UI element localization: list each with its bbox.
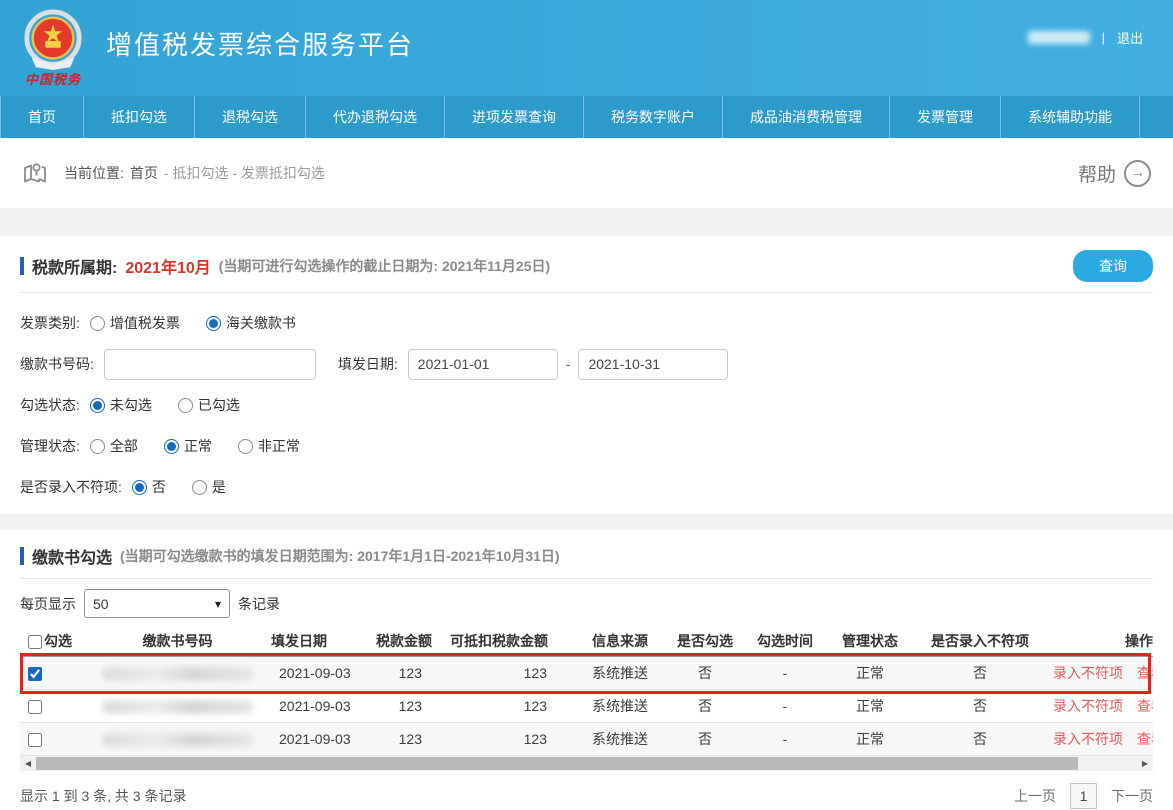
- enter-mismatch-link[interactable]: 录入不符项: [1053, 698, 1123, 714]
- radio-mismatch-yes[interactable]: [192, 480, 207, 495]
- divider-band: [0, 514, 1173, 530]
- page-number-button[interactable]: 1: [1070, 783, 1097, 809]
- payment-no-input[interactable]: [104, 349, 316, 380]
- enter-mismatch-link[interactable]: 录入不符项: [1053, 665, 1123, 681]
- redacted-payment-no: [102, 733, 254, 747]
- tax-period-section-header: 税款所属期: 2021年10月 (当期可进行勾选操作的截止日期为: 2021年1…: [20, 236, 1153, 293]
- record-summary: 显示 1 到 3 条, 共 3 条记录: [20, 786, 186, 806]
- page-size-select[interactable]: 50 ▾: [84, 589, 230, 618]
- nav-tab-home[interactable]: 首页: [0, 96, 84, 138]
- scroll-right-icon[interactable]: ▶: [1137, 756, 1153, 771]
- radio-customs-payment[interactable]: [206, 316, 221, 331]
- help-arrow-icon: →: [1124, 160, 1151, 187]
- next-page-button[interactable]: 下一页: [1111, 786, 1153, 806]
- tax-period-note: (当期可进行勾选操作的截止日期为: 2021年11月25日): [219, 256, 550, 276]
- redacted-payment-no: [102, 700, 254, 714]
- table-footer: 显示 1 到 3 条, 共 3 条记录 上一页 1 下一页: [20, 783, 1153, 809]
- page-size-prefix: 每页显示: [20, 594, 76, 614]
- payment-no-label: 缴款书号码:: [20, 354, 94, 374]
- payment-table-container: 勾选 缴款书号码 填发日期 税款金额 可抵扣税款金额 信息来源 是否勾选 勾选时…: [20, 626, 1153, 756]
- view-detail-link[interactable]: 查看明细: [1137, 698, 1153, 714]
- payment-check-title: 缴款书勾选: [32, 544, 112, 568]
- tax-logo: 中国税务: [14, 9, 92, 88]
- payment-table: 勾选 缴款书号码 填发日期 税款金额 可抵扣税款金额 信息来源 是否勾选 勾选时…: [20, 626, 1153, 756]
- tax-period-value: 2021年10月: [125, 254, 210, 278]
- breadcrumb-trail: - 抵扣勾选 - 发票抵扣勾选: [164, 163, 325, 183]
- horizontal-scrollbar[interactable]: ◀ ▶: [20, 756, 1153, 771]
- nav-tab-input-invoice-query[interactable]: 进项发票查询: [445, 96, 584, 138]
- fill-date-label: 填发日期:: [338, 354, 398, 374]
- radio-abnormal[interactable]: [238, 439, 253, 454]
- nav-tab-system-aux[interactable]: 系统辅助功能: [1001, 96, 1140, 138]
- logo-caption: 中国税务: [25, 69, 81, 88]
- user-box: | 退出: [1028, 28, 1143, 47]
- chevron-down-icon: ▾: [215, 597, 221, 611]
- table-row-1[interactable]: 2021-09-03 123 123 系统推送 否 - 正常 否 录入不符项 查…: [20, 656, 1153, 689]
- help-link[interactable]: 帮助 →: [1078, 160, 1151, 187]
- invoice-type-label: 发票类别:: [20, 313, 80, 333]
- check-status-row: 勾选状态: 未勾选 已勾选: [20, 390, 1153, 420]
- nav-tab-refund-check[interactable]: 退税勾选: [195, 96, 306, 138]
- mismatch-label: 是否录入不符项:: [20, 477, 122, 497]
- manage-status-row: 管理状态: 全部 正常 非正常: [20, 431, 1153, 461]
- location-pin-icon: [22, 160, 48, 186]
- row-checkbox[interactable]: [28, 700, 42, 714]
- invoice-type-row: 发票类别: 增值税发票 海关缴款书: [20, 308, 1153, 338]
- nav-tab-oil-consumption-tax[interactable]: 成品油消费税管理: [723, 96, 890, 138]
- table-header-row: 勾选 缴款书号码 填发日期 税款金额 可抵扣税款金额 信息来源 是否勾选 勾选时…: [20, 626, 1153, 656]
- section-accent-bar: [20, 547, 24, 565]
- view-detail-link[interactable]: 查看明细: [1137, 665, 1153, 681]
- breadcrumb-bar: 当前位置: 首页 - 抵扣勾选 - 发票抵扣勾选 帮助 →: [0, 138, 1173, 208]
- fill-date-to-input[interactable]: [578, 349, 728, 380]
- radio-checked[interactable]: [178, 398, 193, 413]
- filter-form: 发票类别: 增值税发票 海关缴款书 缴款书号码: 填发日期: - 勾选状态: 未…: [20, 293, 1153, 502]
- radio-mismatch-no[interactable]: [132, 480, 147, 495]
- pagination: 上一页 1 下一页: [1014, 783, 1153, 809]
- date-range-dash: -: [566, 356, 571, 372]
- tax-emblem-icon: [22, 9, 84, 71]
- table-row-3[interactable]: 2021-09-03 123 123 系统推送 否 - 正常 否 录入不符项 查…: [20, 722, 1153, 755]
- logout-link[interactable]: 退出: [1117, 28, 1143, 47]
- fill-date-from-input[interactable]: [408, 349, 558, 380]
- check-status-label: 勾选状态:: [20, 395, 80, 415]
- nav-tab-agent-refund-check[interactable]: 代办退税勾选: [306, 96, 445, 138]
- nav-tab-digital-account[interactable]: 税务数字账户: [584, 96, 723, 138]
- redacted-payment-no: [102, 667, 254, 681]
- radio-normal[interactable]: [164, 439, 179, 454]
- radio-vat-invoice[interactable]: [90, 316, 105, 331]
- enter-mismatch-link[interactable]: 录入不符项: [1053, 731, 1123, 747]
- main-nav: 首页 抵扣勾选 退税勾选 代办退税勾选 进项发票查询 税务数字账户 成品油消费税…: [0, 96, 1173, 138]
- breadcrumb-home[interactable]: 首页: [130, 163, 158, 183]
- divider-band: [0, 208, 1173, 236]
- manage-status-label: 管理状态:: [20, 436, 80, 456]
- app-title: 增值税发票综合服务平台: [106, 25, 414, 62]
- nav-tab-invoice-management[interactable]: 发票管理: [890, 96, 1001, 138]
- select-all-checkbox[interactable]: [28, 635, 42, 649]
- mismatch-row: 是否录入不符项: 否 是: [20, 472, 1153, 502]
- user-separator: |: [1102, 30, 1105, 45]
- radio-all[interactable]: [90, 439, 105, 454]
- page-size-row: 每页显示 50 ▾ 条记录: [20, 589, 1153, 618]
- scrollbar-thumb[interactable]: [36, 757, 1078, 770]
- payment-no-row: 缴款书号码: 填发日期: -: [20, 349, 1153, 379]
- query-button[interactable]: 查询: [1073, 250, 1153, 282]
- scroll-left-icon[interactable]: ◀: [20, 756, 36, 771]
- tax-period-label: 税款所属期:: [32, 254, 117, 278]
- row-checkbox[interactable]: [28, 733, 42, 747]
- payment-check-section-header: 缴款书勾选 (当期可勾选缴款书的填发日期范围为: 2017年1月1日-2021年…: [20, 530, 1153, 579]
- breadcrumb-label: 当前位置:: [64, 163, 124, 183]
- page-size-suffix: 条记录: [238, 594, 280, 614]
- nav-tab-deduction-check[interactable]: 抵扣勾选: [84, 96, 195, 138]
- page-size-value: 50: [93, 596, 109, 612]
- table-row-2[interactable]: 2021-09-03 123 123 系统推送 否 - 正常 否 录入不符项 查…: [20, 689, 1153, 722]
- radio-unchecked[interactable]: [90, 398, 105, 413]
- payment-check-note: (当期可勾选缴款书的填发日期范围为: 2017年1月1日-2021年10月31日…: [120, 546, 560, 566]
- row-checkbox[interactable]: [28, 667, 42, 681]
- app-header: 中国税务 增值税发票综合服务平台 | 退出: [0, 0, 1173, 96]
- section-accent-bar: [20, 257, 24, 275]
- prev-page-button[interactable]: 上一页: [1014, 786, 1056, 806]
- view-detail-link[interactable]: 查看明细: [1137, 731, 1153, 747]
- redacted-username: [1028, 31, 1090, 44]
